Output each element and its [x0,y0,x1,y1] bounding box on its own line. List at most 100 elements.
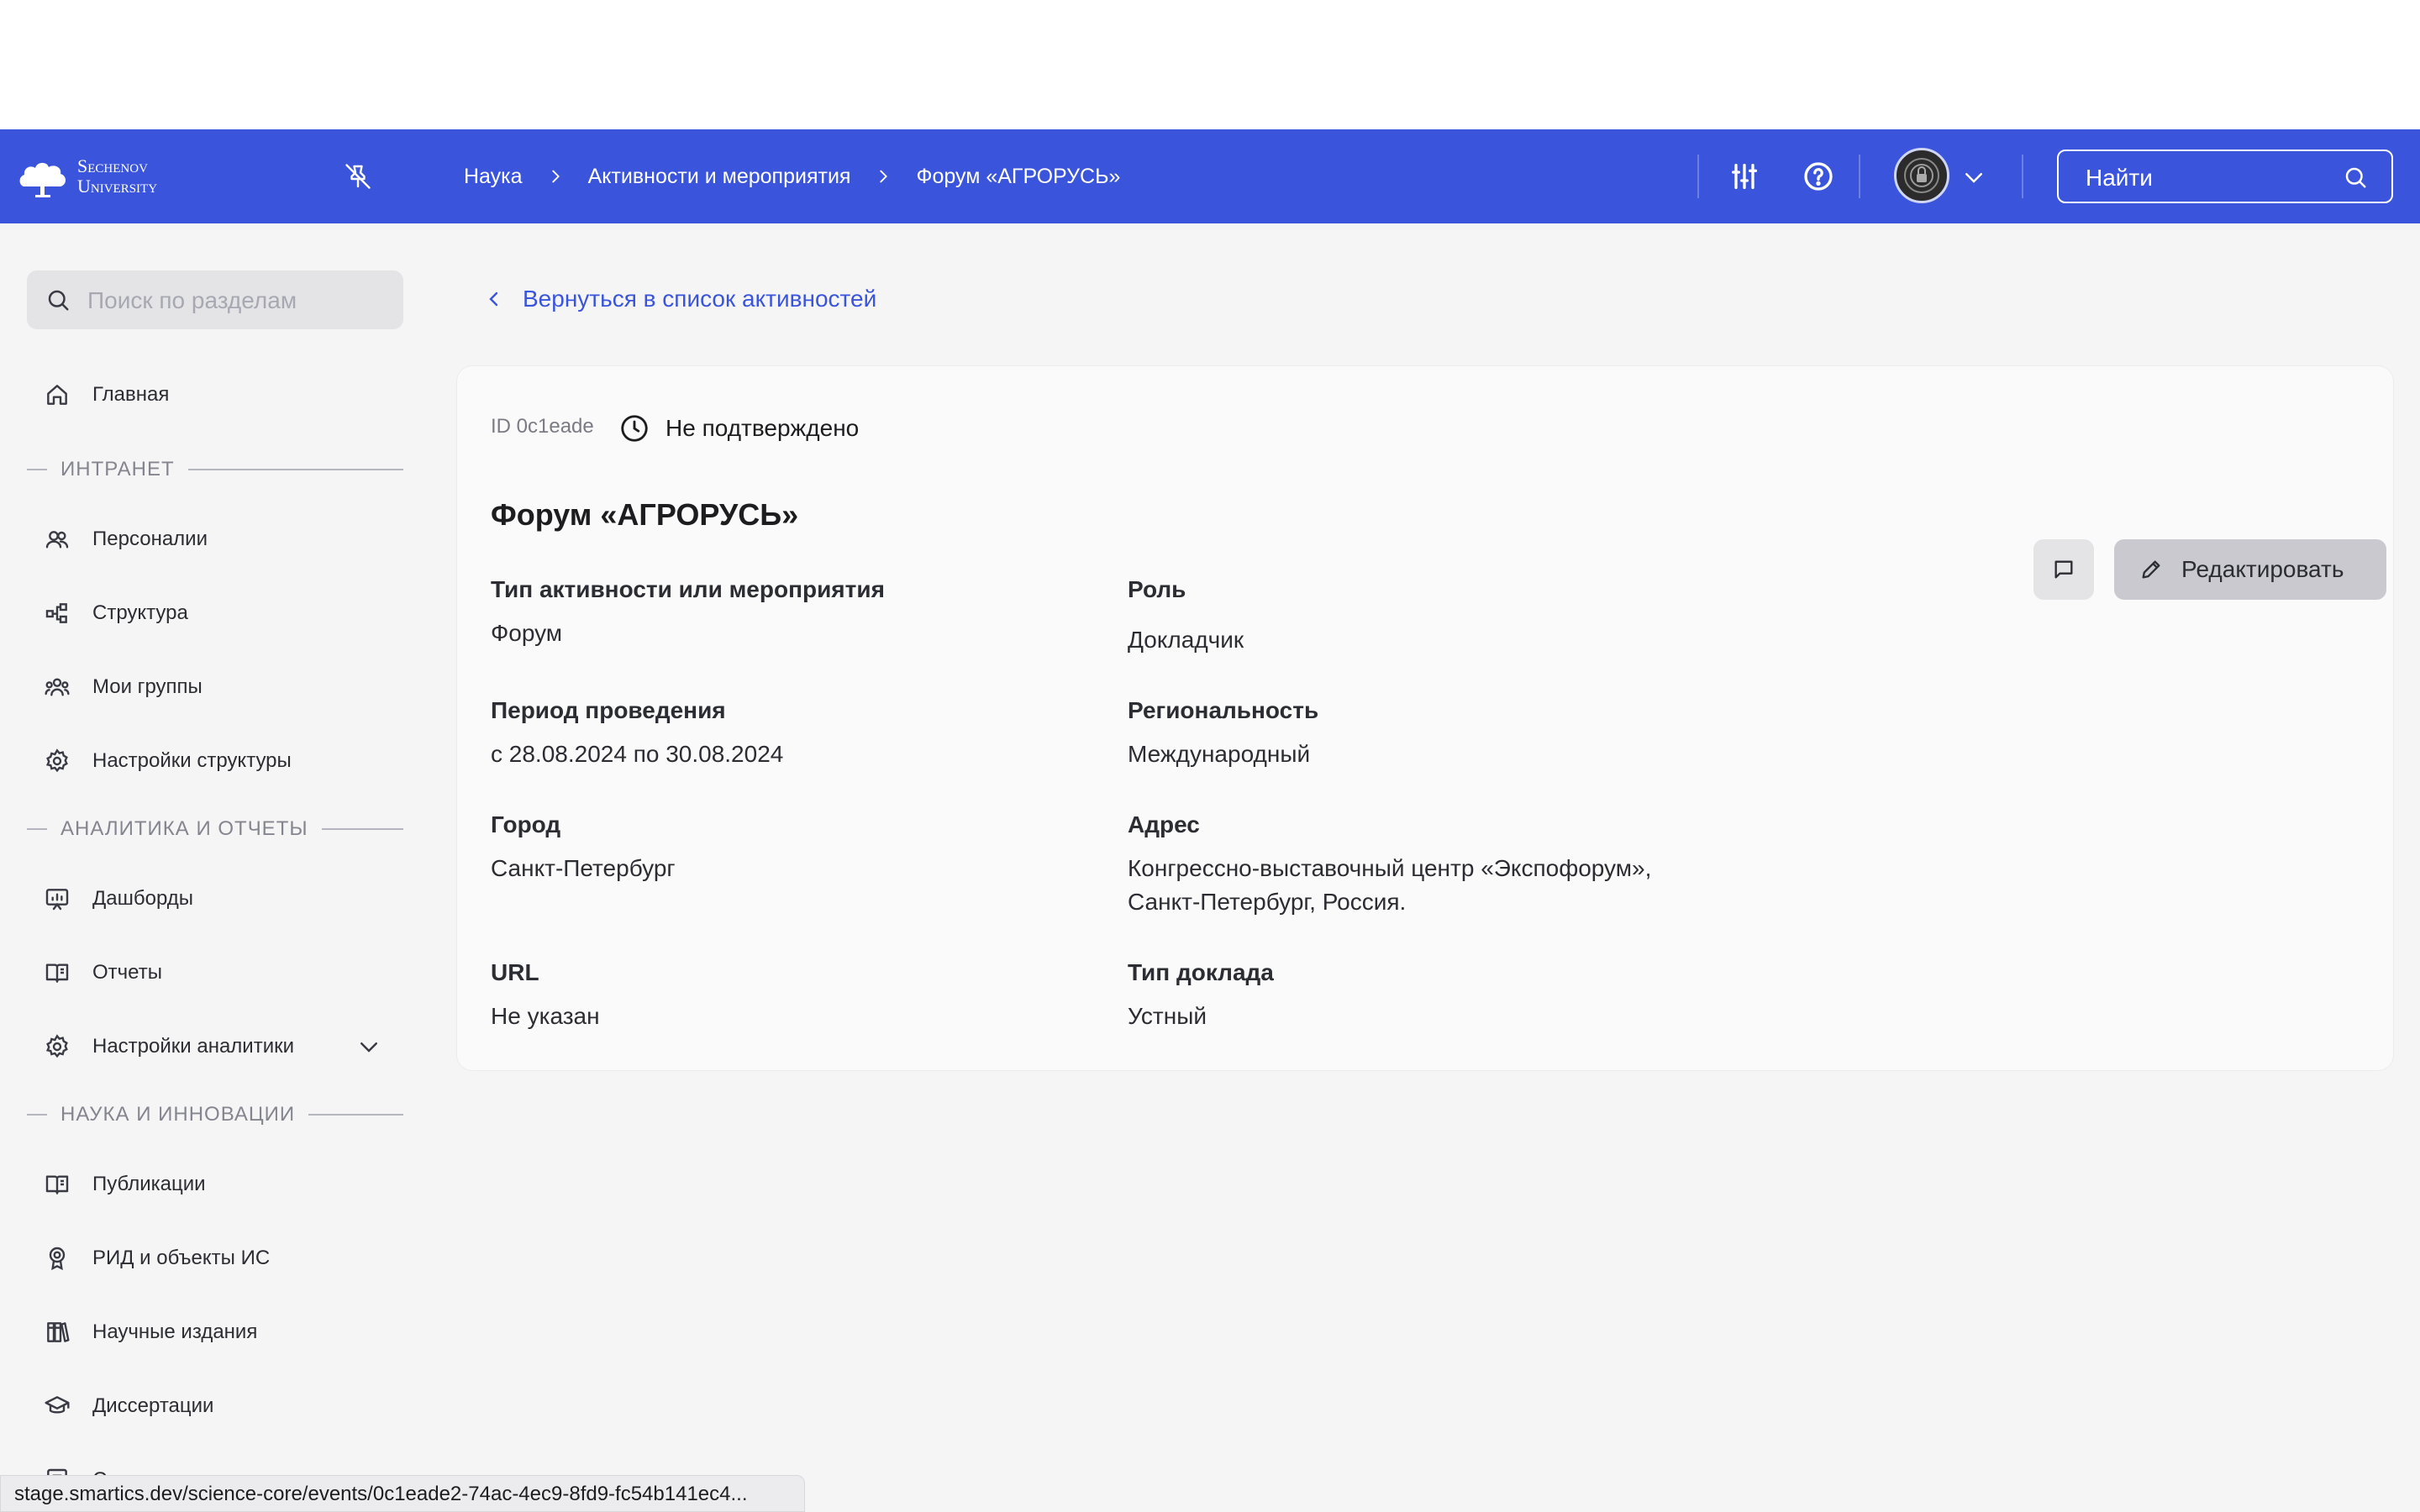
activity-card: Редактировать [457,366,2393,1070]
status-badge: Не подтверждено [618,412,859,445]
sidebar-search-placeholder: Поиск по разделам [87,287,297,313]
avatar[interactable] [1894,148,1949,203]
university-logo-icon [19,162,66,197]
header-divider [2022,155,2023,198]
field-label-period: Период проведения [491,697,726,723]
sidebar-item-structure[interactable]: Структура [44,595,188,632]
sidebar-item-label: Научные издания [92,1320,258,1343]
global-search-input[interactable]: Найти [2057,150,2393,203]
search-icon [48,290,69,311]
edit-button-label: Редактировать [2181,556,2344,582]
field-value-address-line1: Конгрессно-выставочный центр «Экспофорум… [1128,855,1652,881]
sidebar-item-label: Дашборды [92,887,193,910]
field-label-activity-type: Тип активности или мероприятия [491,576,885,602]
section-title: НАУКА И ИННОВАЦИИ [60,1103,296,1126]
browser-status-url: stage.smartics.dev/science-core/events/0… [0,1475,805,1512]
comment-button[interactable] [2033,539,2094,600]
section-line [187,469,403,470]
section-line [321,828,403,830]
structure-icon [45,603,67,623]
field-label-city: Город [491,811,561,837]
sidebar-item-analytics-settings[interactable]: Настройки аналитики [44,1028,294,1065]
sidebar-section-science: НАУКА И ИННОВАЦИИ [27,1102,403,1127]
sidebar-search-input[interactable]: Поиск по разделам [27,270,403,329]
gear-icon [45,1034,68,1058]
sidebar-item-label: Настройки аналитики [92,1035,295,1058]
back-to-list-link[interactable]: Вернуться в список активностей [484,284,876,314]
field-label-address: Адрес [1128,811,1200,837]
sidebar-item-home[interactable]: Главная [44,376,169,413]
breadcrumb-current: Форум «АГРОРУСЬ» [916,164,1121,188]
sidebar-section-analytics: АНАЛИТИКА И ОТЧЕТЫ [27,816,403,842]
avatar-image-icon [1904,158,1939,193]
people-icon [45,531,69,549]
back-link-label: Вернуться в список активностей [523,286,877,312]
field-value-activity-type: Форум [491,620,563,646]
page-title: Форум «АГРОРУСЬ» [491,497,799,532]
logo-text: Sechenov University [77,156,157,197]
sidebar-item-dashboards[interactable]: Дашборды [44,880,193,917]
sidebar-item-reports[interactable]: Отчеты [44,954,162,991]
sidebar-item-personalii[interactable]: Персоналии [44,521,208,558]
breadcrumb-science[interactable]: Наука [464,165,523,189]
award-icon [49,1247,66,1271]
header-divider [1859,155,1860,198]
gear-icon [45,748,68,773]
graduation-cap-icon [45,1396,70,1414]
field-value-period: с 28.08.2024 по 30.08.2024 [491,741,784,767]
edit-button[interactable]: Редактировать [2114,539,2386,600]
sidebar-item-label: Персоналии [92,528,208,550]
pencil-icon [2142,560,2160,579]
section-line [27,828,47,830]
section-line [27,1114,47,1116]
comment-icon [2054,560,2073,579]
sidebar-item-label: Настройки структуры [92,749,292,772]
sidebar-item-my-groups[interactable]: Мои группы [44,669,203,706]
unpin-icon[interactable] [343,161,373,192]
field-value-city: Санкт-Петербург [491,855,676,881]
chevron-down-icon[interactable] [1961,165,1986,190]
chevron-down-icon[interactable] [356,1034,381,1059]
logo-line1: Sechenov [77,155,148,176]
groups-icon [45,678,70,696]
chevron-left-icon [489,291,498,307]
sidebar-section-intranet: ИНТРАНЕТ [27,457,403,482]
section-line [27,469,47,470]
header-divider [1697,155,1699,198]
section-title: ИНТРАНЕТ [60,458,175,480]
field-value-address-line2: Санкт-Петербург, Россия. [1128,889,1407,915]
chevron-right-icon [551,170,560,183]
field-value-report-type: Устный [1128,1003,1207,1029]
sidebar-item-label: Главная [92,383,170,406]
field-label-url: URL [491,959,539,985]
field-label-report-type: Тип доклада [1128,959,1274,985]
sidebar-item-journals[interactable]: Научные издания [44,1314,257,1351]
field-value-url: Не указан [491,1003,600,1029]
section-line [308,1114,403,1116]
field-value-regionality: Международный [1128,741,1311,767]
sidebar-item-publications[interactable]: Публикации [44,1166,206,1203]
sidebar-item-label: Мои группы [92,675,203,698]
status-text: Не подтверждено [666,415,860,441]
breadcrumb: Наука Активности и мероприятия Форум «АГ… [464,160,1120,193]
journals-icon [47,1322,70,1342]
sidebar-item-label: Отчеты [92,961,162,984]
global-search-placeholder: Найти [2086,165,2153,191]
breadcrumb-activities[interactable]: Активности и мероприятия [588,165,851,189]
activity-id: ID 0c1eade [491,415,594,438]
field-label-regionality: Региональность [1128,697,1319,723]
sidebar-item-structure-settings[interactable]: Настройки структуры [44,743,292,780]
chevron-right-icon [880,170,888,183]
help-icon[interactable] [1802,160,1835,193]
filters-icon[interactable] [1728,160,1761,193]
sidebar-item-label: Публикации [92,1173,206,1195]
sidebar-item-dissertations[interactable]: Диссертации [44,1388,213,1425]
university-logo[interactable]: Sechenov University [17,153,157,200]
top-header: Sechenov University Наука Активности и м… [0,129,2420,223]
sidebar-item-label: Структура [92,601,188,624]
clock-icon [621,415,648,442]
sidebar-item-label: Диссертации [92,1394,214,1417]
field-value-role: Докладчик [1128,627,1244,653]
sidebar-item-rid[interactable]: РИД и объекты ИС [44,1240,270,1277]
browser-blank-band [0,0,2420,129]
